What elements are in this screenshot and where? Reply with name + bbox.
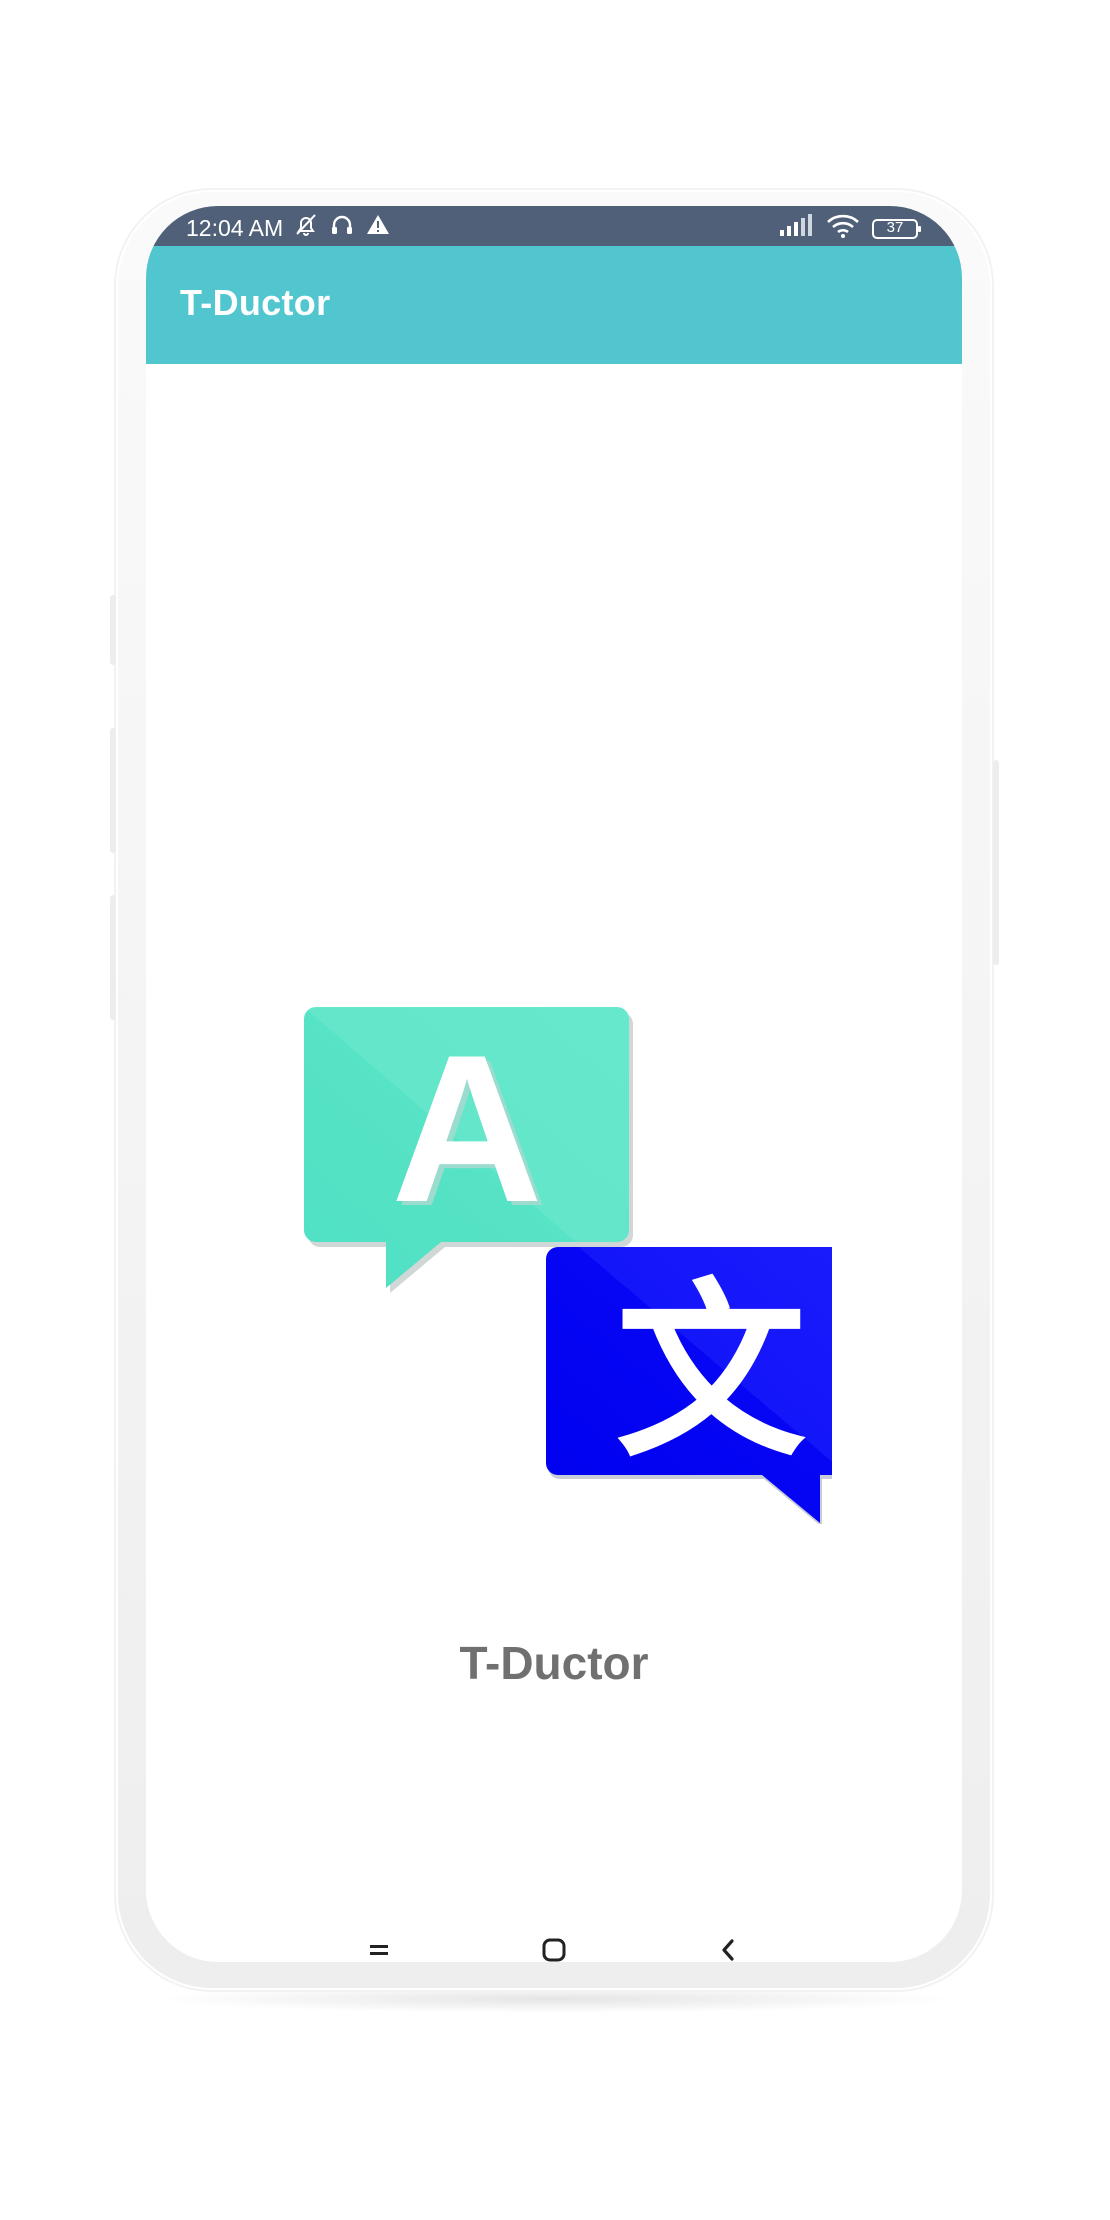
bubble-a-letter: A xyxy=(391,1011,543,1246)
splash-title: T-Ductor xyxy=(459,1637,649,1689)
status-bar: 12:04 AM 37 xyxy=(146,206,962,246)
recents-button[interactable] xyxy=(349,1922,409,1962)
recents-icon xyxy=(367,1938,391,1963)
warning-icon xyxy=(365,212,391,244)
page: 12:04 AM 37 T-Ductor A A 文 T-Ductor xyxy=(0,0,1110,2220)
phone-screen: 12:04 AM 37 T-Ductor A A 文 T-Ductor xyxy=(146,206,962,1962)
bubble-b: 文 xyxy=(546,1247,874,1527)
side-button-left-3 xyxy=(110,895,116,1020)
headphones-icon xyxy=(329,212,355,244)
back-button[interactable] xyxy=(699,1922,759,1962)
splash-content: A A 文 T-Ductor xyxy=(146,364,962,1884)
muted-bell-icon xyxy=(293,212,319,244)
side-button-left-2 xyxy=(110,728,116,853)
side-button-right xyxy=(993,760,999,965)
wifi-icon xyxy=(826,213,860,245)
status-left: 12:04 AM xyxy=(186,212,391,244)
status-right: 37 xyxy=(778,213,922,245)
bubble-b-letter: 文 xyxy=(616,1262,806,1483)
side-button-left-1 xyxy=(110,595,116,665)
app-bar-title: T-Ductor xyxy=(180,282,331,323)
signal-icon xyxy=(778,214,814,244)
home-button[interactable] xyxy=(524,1922,584,1962)
app-bar: T-Ductor xyxy=(146,246,962,364)
battery-level-text: 37 xyxy=(886,219,904,236)
battery-icon: 37 xyxy=(872,217,922,241)
status-time: 12:04 AM xyxy=(186,214,284,241)
back-icon xyxy=(717,1936,741,1963)
translate-logo: A A 文 xyxy=(302,1004,874,1527)
home-icon xyxy=(540,1936,568,1963)
navigation-bar xyxy=(146,1922,962,1962)
